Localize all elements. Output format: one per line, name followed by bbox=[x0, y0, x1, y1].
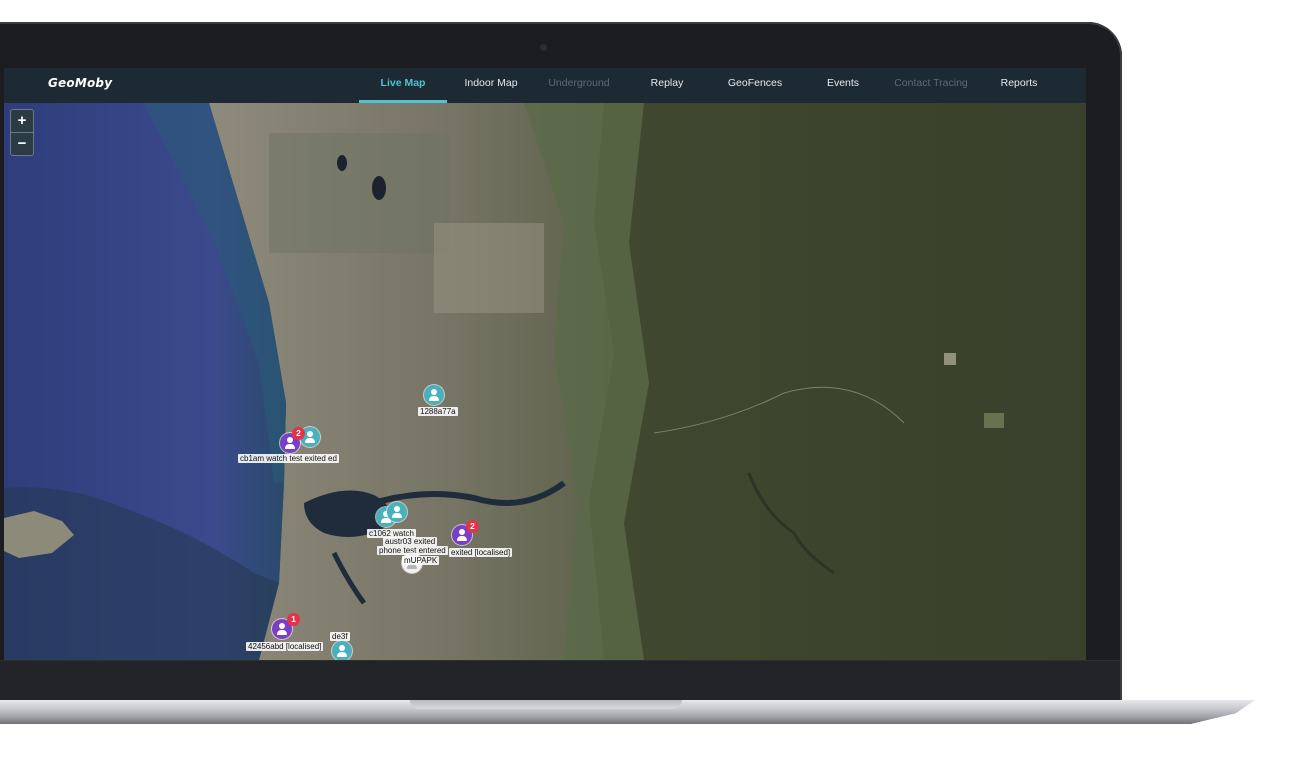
nav-reports[interactable]: Reports bbox=[975, 68, 1063, 103]
clearing bbox=[944, 353, 956, 365]
nav-replay[interactable]: Replay bbox=[623, 68, 711, 103]
marker-label: 42456abd [localised] bbox=[246, 642, 324, 651]
lake bbox=[372, 176, 386, 200]
nav-contact-tracing[interactable]: Contact Tracing bbox=[887, 68, 975, 103]
zoom-control: + − bbox=[10, 109, 34, 156]
main-nav: Live Map Indoor Map Underground Replay G… bbox=[359, 68, 1063, 103]
farmland-patch bbox=[269, 133, 449, 253]
marker-label: mUPAPK bbox=[402, 556, 440, 565]
app-screen: GeoMoby Live Map Indoor Map Underground … bbox=[4, 68, 1086, 660]
nav-geofences[interactable]: GeoFences bbox=[711, 68, 799, 103]
device-marker-icon[interactable] bbox=[424, 385, 444, 405]
marker-label: exited [localised] bbox=[449, 548, 513, 557]
marker-count-badge: 2 bbox=[292, 427, 305, 440]
marker-label: 1288a77a bbox=[418, 407, 458, 416]
camera-icon bbox=[540, 44, 547, 51]
device-marker-icon[interactable] bbox=[332, 641, 352, 660]
laptop-chin bbox=[0, 660, 1120, 703]
device-marker-icon[interactable] bbox=[387, 502, 407, 522]
lake-2 bbox=[337, 155, 347, 171]
marker-label: cb1am watch test exited ed bbox=[238, 454, 339, 463]
map-imagery bbox=[4, 103, 1086, 660]
marker-count-badge: 2 bbox=[466, 520, 479, 533]
satellite-map[interactable]: + − 1288a77a 2 cb1am watch test exited e… bbox=[4, 103, 1086, 660]
field bbox=[984, 413, 1004, 428]
suburb-patch bbox=[434, 223, 544, 313]
nav-events[interactable]: Events bbox=[799, 68, 887, 103]
geomoby-logo[interactable]: GeoMoby bbox=[48, 75, 112, 91]
nav-underground[interactable]: Underground bbox=[535, 68, 623, 103]
marker-count-badge: 1 bbox=[287, 613, 300, 626]
zoom-out-button[interactable]: − bbox=[11, 133, 33, 155]
zoom-in-button[interactable]: + bbox=[11, 110, 33, 133]
top-navigation-bar: GeoMoby Live Map Indoor Map Underground … bbox=[4, 68, 1086, 103]
nav-indoor-map[interactable]: Indoor Map bbox=[447, 68, 535, 103]
nav-live-map[interactable]: Live Map bbox=[359, 68, 447, 103]
marker-label: de3f bbox=[330, 632, 350, 641]
laptop-notch bbox=[410, 700, 682, 709]
marker-label: austr03 exited bbox=[383, 537, 438, 546]
